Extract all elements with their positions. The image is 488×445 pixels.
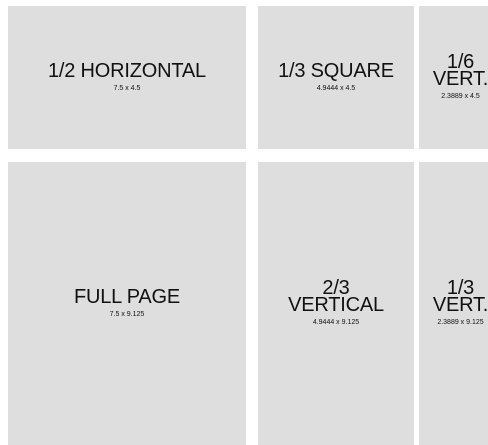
ad-size-diagram: 1/2 HORIZONTAL 7.5 x 4.5 1/3 SQUARE 4.94… [0, 0, 488, 445]
panel-content: 1/3 VERT. 2.3889 x 9.125 [432, 278, 488, 327]
panel-content: 2/3 VERTICAL 4.9444 x 9.125 [288, 278, 384, 327]
panel-content: 1/6 VERT. 2.3889 x 4.5 [432, 52, 488, 101]
panel-dimensions: 2.3889 x 4.5 [441, 93, 480, 100]
panel-content: 1/2 HORIZONTAL 7.5 x 4.5 [48, 59, 206, 93]
panel-title: 1/2 HORIZONTAL [48, 59, 206, 82]
panel-title-line2: VERT. [432, 294, 488, 316]
panel-title: 1/3 SQUARE [278, 59, 394, 82]
panel-full-page: FULL PAGE 7.5 x 9.125 [8, 162, 246, 445]
panel-dimensions: 7.5 x 4.5 [113, 84, 141, 92]
panel-dimensions: 2.3889 x 9.125 [437, 319, 484, 326]
panel-third-vertical: 1/3 VERT. 2.3889 x 9.125 [419, 162, 488, 445]
panel-dimensions: 4.9444 x 9.125 [312, 319, 360, 326]
panel-half-horizontal: 1/2 HORIZONTAL 7.5 x 4.5 [8, 6, 246, 149]
panel-content: FULL PAGE 7.5 x 9.125 [73, 285, 180, 319]
panel-title-line2: VERTICAL [288, 294, 384, 316]
panel-title-line2: VERT. [432, 68, 488, 90]
panel-third-square: 1/3 SQUARE 4.9444 x 4.5 [258, 6, 414, 149]
panel-dimensions: 7.5 x 9.125 [109, 310, 145, 318]
panel-sixth-vertical: 1/6 VERT. 2.3889 x 4.5 [419, 6, 488, 149]
panel-title: FULL PAGE [73, 285, 180, 308]
panel-two-thirds-vertical: 2/3 VERTICAL 4.9444 x 9.125 [258, 162, 414, 445]
panel-content: 1/3 SQUARE 4.9444 x 4.5 [278, 59, 394, 93]
panel-dimensions: 4.9444 x 4.5 [316, 84, 356, 92]
